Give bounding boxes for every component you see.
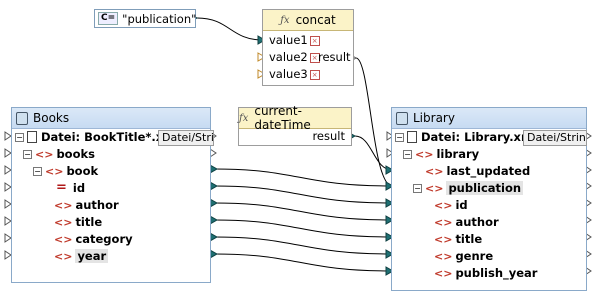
datetime-output-result[interactable]: result [312, 129, 345, 143]
node-books[interactable]: − <> books [23, 147, 95, 161]
books-component[interactable]: Books − Datei: BookTitle*.xml Datei/Stri… [11, 107, 214, 283]
remove-icon[interactable]: × [309, 35, 320, 46]
node-lib-id[interactable]: <> id [434, 198, 468, 212]
database-icon [16, 111, 28, 125]
datetime-title: current-dateTime [254, 104, 311, 132]
collapse-icon[interactable]: − [33, 166, 42, 176]
constant-box[interactable]: C= "publication" [94, 9, 196, 28]
collapse-icon[interactable]: − [403, 149, 412, 159]
node-id[interactable]: = id [56, 181, 85, 195]
node-genre[interactable]: <> genre [434, 249, 493, 263]
element-icon: <> [434, 249, 453, 263]
collapse-icon[interactable]: − [395, 132, 404, 142]
library-header[interactable]: Library [392, 108, 586, 129]
node-last-updated[interactable]: <> last_updated [425, 164, 530, 178]
wire-id-to-id [213, 185, 393, 204]
concat-title: concat [295, 13, 336, 27]
attribute-icon: = [56, 180, 67, 195]
element-icon: <> [434, 198, 453, 212]
element-icon: <> [434, 232, 453, 246]
collapse-icon[interactable]: − [23, 149, 32, 159]
node-category[interactable]: <> category [54, 232, 133, 246]
element-icon: <> [434, 215, 453, 229]
books-file-type-button[interactable]: Datei/Strin [158, 130, 214, 146]
concat-function[interactable]: ƒx concat value1 × value2 × value3 × result [262, 9, 354, 86]
concat-input-value1[interactable]: value1 × [269, 33, 320, 47]
function-icon: ƒx [280, 14, 290, 26]
document-icon [27, 131, 37, 143]
concat-output-result[interactable]: result [318, 50, 351, 64]
node-publication[interactable]: − <> publication [413, 181, 524, 195]
library-file-type-button[interactable]: Datei/Strinc [523, 130, 587, 146]
element-icon: <> [54, 249, 73, 263]
node-publish-year[interactable]: <> publish_year [434, 266, 537, 280]
datetime-header[interactable]: ƒx current-dateTime [239, 104, 351, 132]
remove-icon[interactable]: × [309, 69, 320, 80]
element-icon: <> [54, 215, 73, 229]
concat-input-value2[interactable]: value2 × [269, 50, 320, 64]
element-icon: <> [434, 266, 453, 280]
element-icon: <> [425, 164, 444, 178]
constant-value[interactable]: "publication" [122, 12, 196, 26]
element-icon: <> [54, 232, 73, 246]
wire-book-to-publication [213, 168, 393, 187]
collapse-icon[interactable]: − [413, 183, 422, 193]
books-header[interactable]: Books [12, 108, 210, 129]
library-title: Library [413, 111, 455, 125]
node-author[interactable]: <> author [54, 198, 119, 212]
wire-author-to-author [213, 202, 393, 221]
element-icon: <> [415, 147, 434, 161]
books-title: Books [33, 111, 70, 125]
wire-constant-to-value1 [196, 17, 264, 41]
library-component[interactable]: Library − Datei: Library.xml Datei/Strin… [391, 107, 587, 291]
node-year[interactable]: <> year [54, 249, 109, 263]
document-icon [407, 131, 417, 143]
element-icon: <> [54, 198, 73, 212]
library-file-row[interactable]: − Datei: Library.xml [395, 130, 537, 144]
books-output-connectors [209, 131, 219, 259]
node-library[interactable]: − <> library [403, 147, 479, 161]
wire-title-to-title [213, 219, 393, 238]
concat-input-value3[interactable]: value3 × [269, 67, 320, 81]
node-lib-author[interactable]: <> author [434, 215, 499, 229]
constant-icon: C= [98, 12, 119, 25]
database-icon [396, 111, 408, 125]
wire-year-to-publish-year [213, 253, 393, 272]
wire-category-to-genre [213, 236, 393, 255]
wire-concat-to-publication [355, 57, 393, 187]
element-icon: <> [45, 164, 64, 178]
element-icon: <> [35, 147, 54, 161]
node-title[interactable]: <> title [54, 215, 102, 229]
current-datetime-function[interactable]: ƒx current-dateTime result [238, 104, 352, 146]
concat-header[interactable]: ƒx concat [263, 10, 353, 31]
books-file-row[interactable]: − Datei: BookTitle*.xml [15, 130, 179, 144]
collapse-icon[interactable]: − [15, 132, 24, 142]
node-lib-title[interactable]: <> title [434, 232, 482, 246]
function-icon: ƒx [239, 112, 249, 124]
wire-datetime-to-last-updated [354, 135, 393, 171]
element-icon: <> [425, 181, 444, 195]
node-book[interactable]: − <> book [33, 164, 98, 178]
